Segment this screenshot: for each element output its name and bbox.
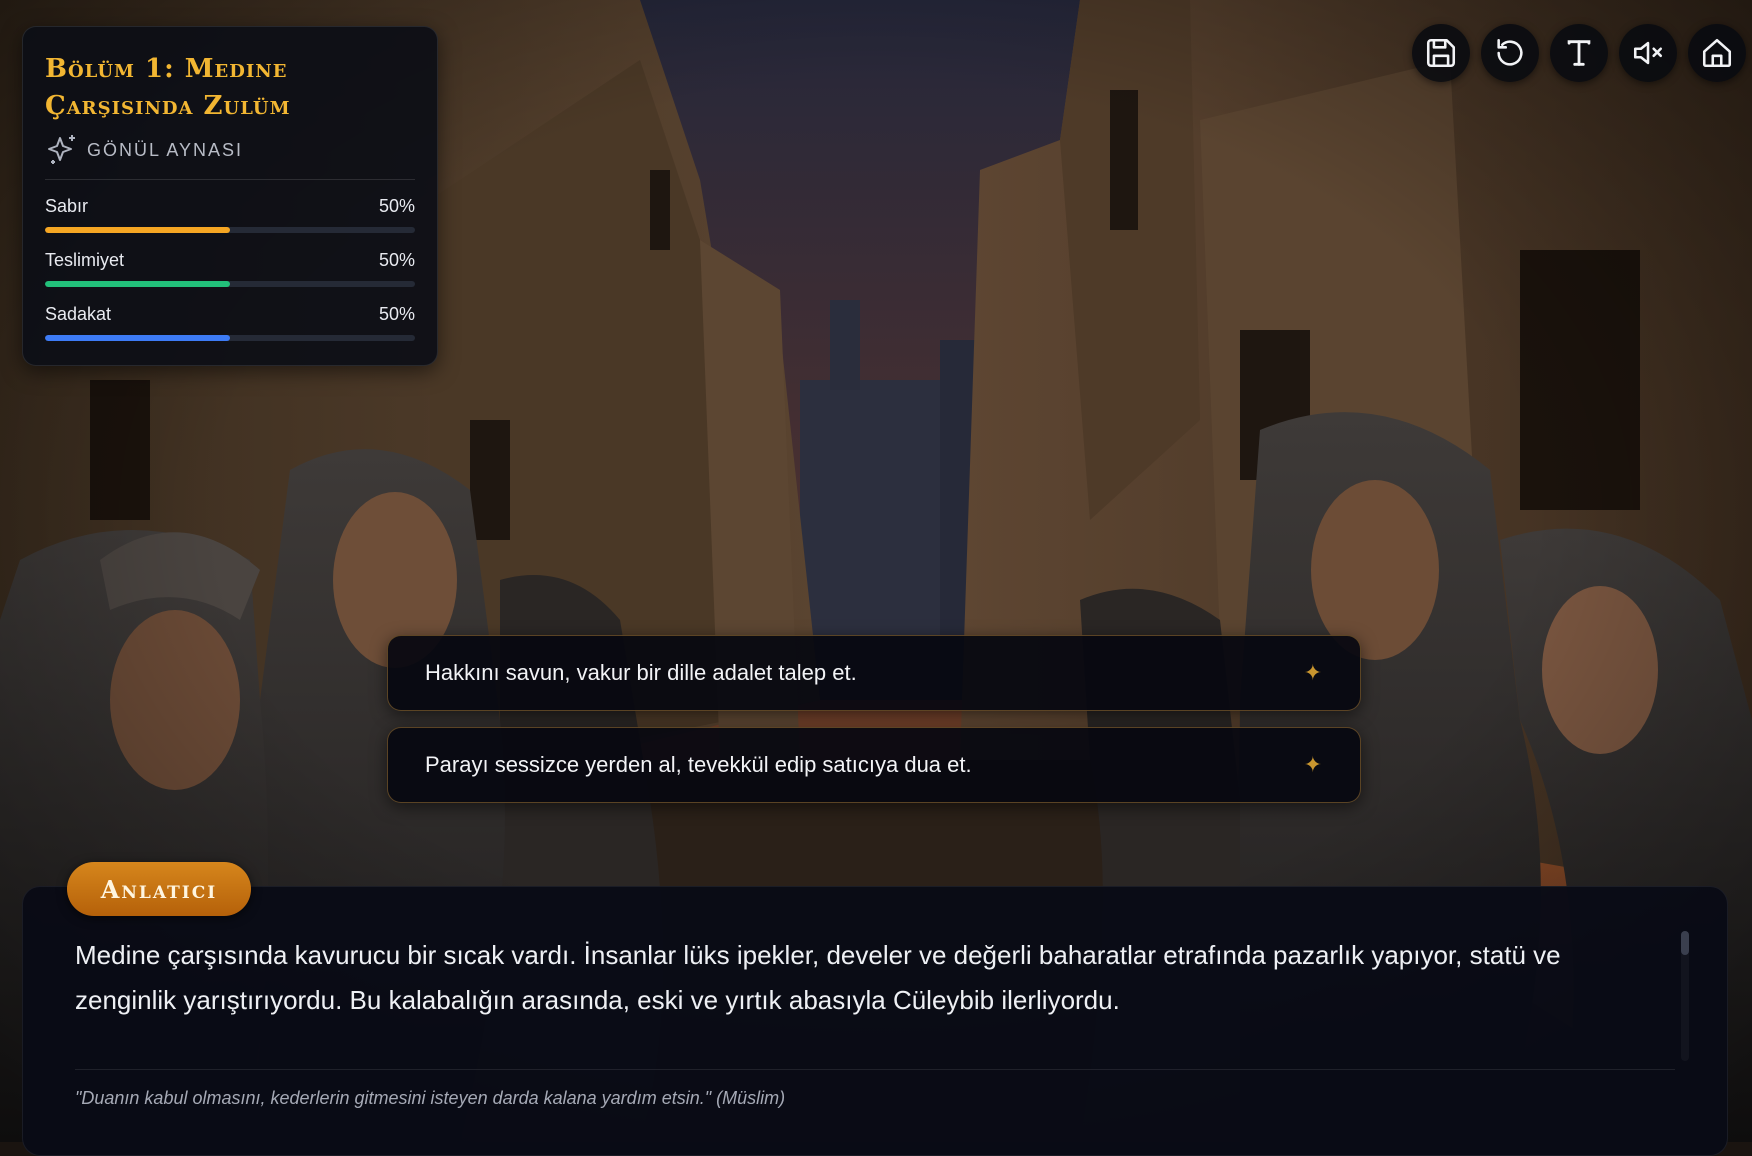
- soul-mirror-header: GÖNÜL AYNASI: [45, 131, 415, 169]
- panel-divider: [45, 179, 415, 180]
- stat-value: 50%: [378, 304, 415, 324]
- game-toolbar: [1412, 24, 1746, 82]
- stat-value: 50%: [378, 196, 415, 216]
- text-size-button[interactable]: [1550, 24, 1608, 82]
- save-icon: [1426, 38, 1456, 68]
- home-icon: [1702, 38, 1732, 68]
- text-size-icon: [1567, 40, 1591, 66]
- restart-button[interactable]: [1481, 24, 1539, 82]
- mute-icon: [1633, 41, 1663, 65]
- stat-teslimiyet: Teslimiyet 50%: [45, 250, 415, 287]
- choice-text: Hakkını savun, vakur bir dille adalet ta…: [425, 660, 857, 685]
- soul-mirror-panel: Bölüm 1: Medine Çarşısında Zulüm GÖNÜL A…: [22, 26, 438, 366]
- scrollbar-thumb[interactable]: [1681, 931, 1689, 955]
- choice-star-icon: ✦: [1303, 752, 1322, 777]
- home-button[interactable]: [1688, 24, 1746, 82]
- soul-mirror-label: GÖNÜL AYNASI: [87, 139, 244, 160]
- stat-sabir: Sabır 50%: [45, 196, 415, 233]
- stat-name: Sabır: [45, 196, 89, 216]
- stat-track: [45, 281, 415, 287]
- stat-fill: [45, 335, 230, 341]
- stat-name: Teslimiyet: [45, 250, 125, 270]
- stat-fill: [45, 281, 230, 287]
- stat-name: Sadakat: [45, 304, 112, 324]
- sparkles-icon: [48, 135, 75, 164]
- narration-scrollbar[interactable]: [1681, 931, 1689, 1061]
- restart-icon: [1497, 38, 1523, 66]
- stat-track: [45, 335, 415, 341]
- speaker-badge: Anlatıcı: [67, 862, 251, 916]
- chapter-title: Bölüm 1: Medine Çarşısında Zulüm: [45, 54, 291, 121]
- save-button[interactable]: [1412, 24, 1470, 82]
- narration-box: Medine çarşısında kavurucu bir sıcak var…: [22, 886, 1728, 1156]
- mute-button[interactable]: [1619, 24, 1677, 82]
- choice-text: Parayı sessizce yerden al, tevekkül edip…: [425, 752, 972, 777]
- stat-fill: [45, 227, 230, 233]
- hadith-quote: "Duanın kabul olmasını, kederlerin gitme…: [75, 1088, 786, 1108]
- choice-defend-right[interactable]: Hakkını savun, vakur bir dille adalet ta…: [387, 635, 1361, 711]
- stat-value: 50%: [378, 250, 415, 270]
- stat-track: [45, 227, 415, 233]
- stat-sadakat: Sadakat 50%: [45, 304, 415, 341]
- choice-take-money-pray[interactable]: Parayı sessizce yerden al, tevekkül edip…: [387, 727, 1361, 803]
- choice-star-icon: ✦: [1303, 660, 1322, 685]
- narration-text: Medine çarşısında kavurucu bir sıcak var…: [75, 940, 1561, 1015]
- narration-divider: [75, 1069, 1675, 1070]
